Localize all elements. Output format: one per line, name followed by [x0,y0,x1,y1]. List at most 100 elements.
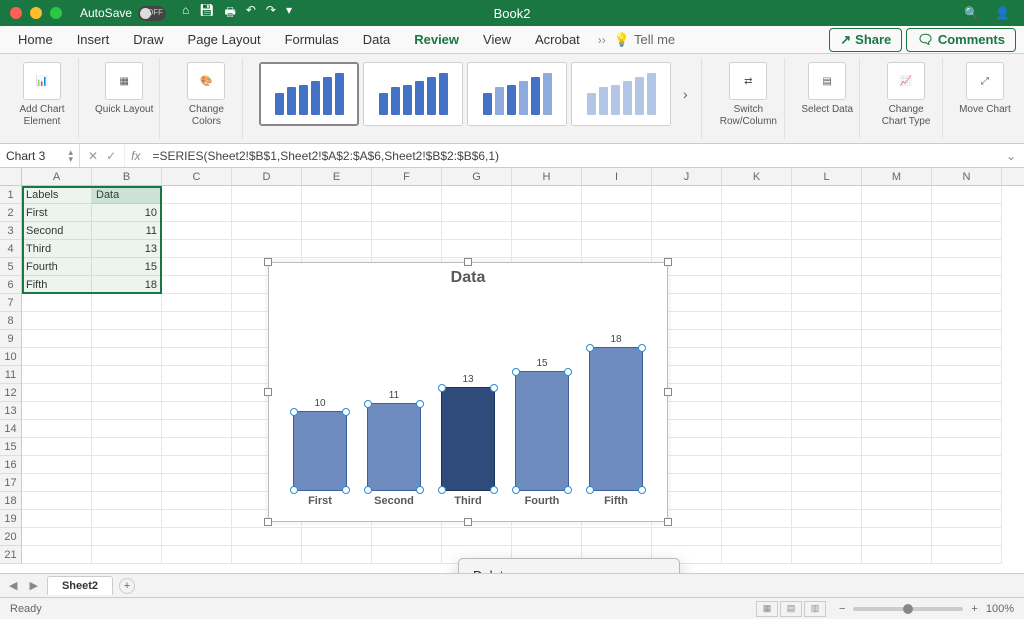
cell[interactable]: Fourth [22,258,92,276]
cell[interactable] [862,546,932,564]
chart-style-thumb[interactable] [363,62,463,126]
cell[interactable] [722,294,792,312]
expand-formula-icon[interactable]: ⌄ [998,149,1024,163]
column-header[interactable]: L [792,168,862,185]
cell[interactable] [792,402,862,420]
cell[interactable] [372,240,442,258]
ribbon-tab-acrobat[interactable]: Acrobat [525,28,590,51]
cell[interactable] [792,258,862,276]
cell[interactable] [92,384,162,402]
resize-handle[interactable] [464,518,472,526]
cell[interactable] [302,546,372,564]
cell[interactable] [302,204,372,222]
cell[interactable] [92,474,162,492]
cell[interactable] [512,222,582,240]
chart-style-thumb[interactable] [259,62,359,126]
cell[interactable] [162,492,232,510]
cell[interactable] [22,384,92,402]
cell[interactable] [932,348,1002,366]
cell[interactable] [22,492,92,510]
cell[interactable] [162,240,232,258]
data-label[interactable]: 15 [536,358,547,369]
cell[interactable] [92,456,162,474]
cell[interactable] [162,258,232,276]
row-header[interactable]: 4 [0,240,21,258]
cell[interactable] [232,186,302,204]
cell[interactable] [22,294,92,312]
cell[interactable] [92,510,162,528]
cell[interactable] [582,240,652,258]
cell[interactable] [722,384,792,402]
column-header[interactable]: M [862,168,932,185]
cell[interactable] [22,546,92,564]
cell[interactable] [722,312,792,330]
cell[interactable] [162,222,232,240]
cell[interactable] [722,366,792,384]
sheet-nav-prev-icon[interactable]: ◀ [6,579,20,592]
cell[interactable] [582,222,652,240]
zoom-in-button[interactable]: + [971,603,977,615]
column-header[interactable]: B [92,168,162,185]
sheet-tab[interactable]: Sheet2 [47,576,113,595]
cell[interactable] [932,330,1002,348]
account-icon[interactable]: 👤 [995,6,1010,20]
row-header[interactable]: 10 [0,348,21,366]
select-data-button[interactable]: ▤ Select Data [795,58,860,139]
cell[interactable] [162,294,232,312]
ribbon-tab-insert[interactable]: Insert [67,28,120,51]
cancel-icon[interactable]: ✕ [88,149,98,163]
cell[interactable] [442,528,512,546]
cell[interactable] [792,204,862,222]
cell[interactable] [862,456,932,474]
cell[interactable] [932,294,1002,312]
cell[interactable] [22,330,92,348]
cell[interactable] [162,546,232,564]
row-header[interactable]: 7 [0,294,21,312]
row-header[interactable]: 20 [0,528,21,546]
cell[interactable] [722,510,792,528]
cell[interactable] [862,528,932,546]
cell[interactable] [652,204,722,222]
cell[interactable] [792,222,862,240]
cell[interactable]: Fifth [22,276,92,294]
change-colors-button[interactable]: 🎨 Change Colors [170,58,243,139]
cell[interactable] [582,186,652,204]
autosave-toggle[interactable]: AutoSave OFF [80,6,166,21]
cell[interactable] [932,456,1002,474]
cell[interactable] [302,240,372,258]
column-header[interactable]: F [372,168,442,185]
sheet-nav-next-icon[interactable]: ▶ [26,579,40,592]
cell[interactable] [932,366,1002,384]
cell[interactable] [22,312,92,330]
column-header[interactable]: H [512,168,582,185]
cell[interactable] [792,348,862,366]
cell[interactable] [792,186,862,204]
cell[interactable] [722,240,792,258]
resize-handle[interactable] [464,258,472,266]
move-chart-button[interactable]: ⤢ Move Chart [953,58,1017,139]
chart-style-thumb[interactable] [571,62,671,126]
row-header[interactable]: 13 [0,402,21,420]
cell[interactable] [162,276,232,294]
chart-bar[interactable] [515,371,569,491]
qat-dropdown-icon[interactable]: ▾ [286,3,292,24]
zoom-slider[interactable] [853,607,963,611]
cell[interactable] [232,528,302,546]
cell[interactable] [512,204,582,222]
cell[interactable] [652,528,722,546]
cell[interactable] [652,186,722,204]
row-header[interactable]: 2 [0,204,21,222]
cell[interactable] [862,330,932,348]
formula-input[interactable]: =SERIES(Sheet2!$B$1,Sheet2!$A$2:$A$6,She… [146,149,997,163]
cell[interactable] [302,222,372,240]
data-label[interactable]: 13 [462,374,473,385]
cell[interactable] [792,456,862,474]
cell[interactable] [442,186,512,204]
chart-bar[interactable] [589,347,643,491]
row-header[interactable]: 8 [0,312,21,330]
embedded-chart[interactable]: Data 1011131518 FirstSecondThirdFourthFi… [268,262,668,522]
cell[interactable] [792,420,862,438]
cell[interactable] [372,546,442,564]
row-header[interactable]: 6 [0,276,21,294]
cell[interactable] [792,240,862,258]
